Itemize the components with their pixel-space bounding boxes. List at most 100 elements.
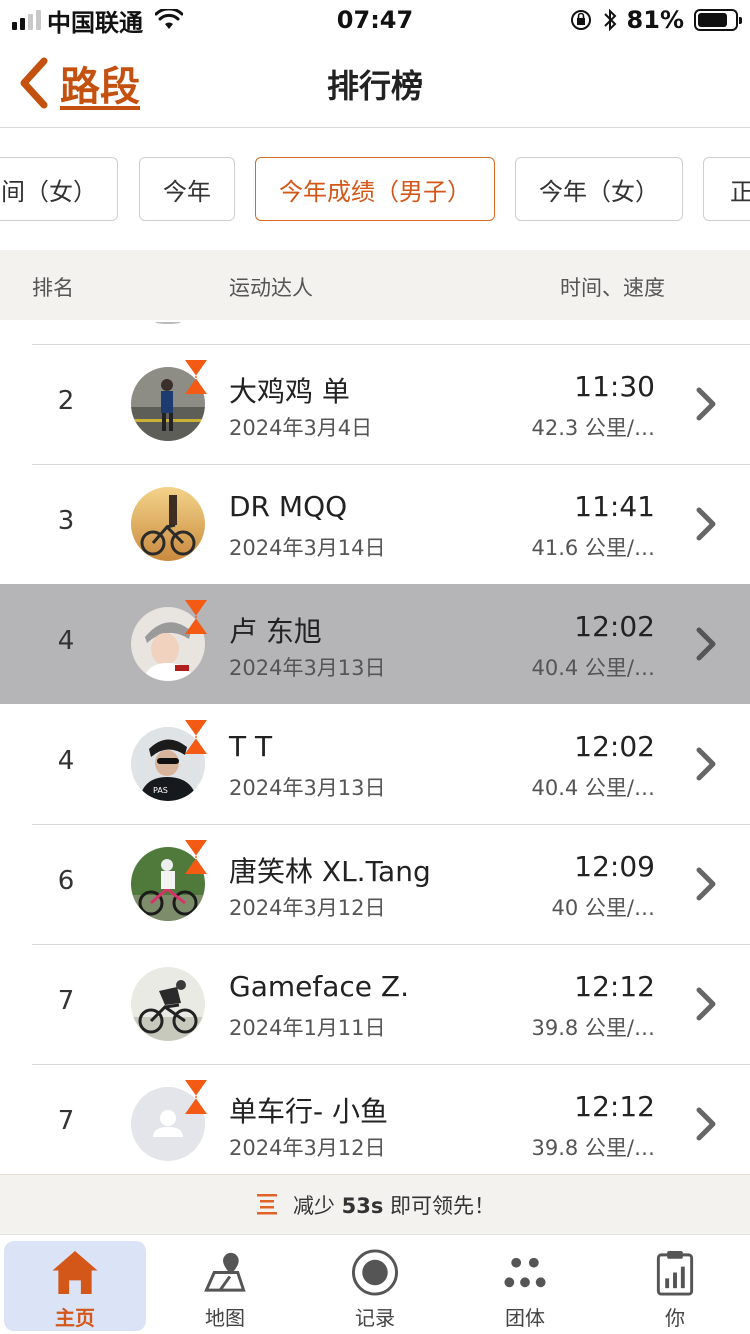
effort-time: 12:09 — [574, 850, 655, 883]
column-time-speed: 时间、速度 — [560, 276, 665, 300]
home-icon — [52, 1250, 98, 1295]
filter-chip[interactable]: 间（女） — [0, 157, 118, 221]
filter-chip-active[interactable]: 今年成绩（男子） — [255, 157, 495, 221]
athlete-name: 卢 东旭 — [229, 615, 322, 648]
athlete-name: 大鸡鸡 单 — [229, 375, 350, 408]
tip-text: 减少 53s 即可领先！ — [293, 1190, 495, 1220]
effort-time: 12:02 — [574, 610, 655, 643]
cellular-signal-icon — [12, 10, 41, 30]
athlete-name: 单车行- 小鱼 — [229, 1095, 389, 1128]
battery-percent: 81% — [626, 6, 684, 34]
premium-badge-icon — [185, 720, 207, 754]
status-bar: 中国联通 07:47 81% — [0, 0, 750, 40]
previous-avatar-edge — [155, 320, 181, 324]
athlete-avatar[interactable] — [131, 487, 205, 561]
effort-time: 11:30 — [574, 370, 655, 403]
record-icon — [351, 1249, 399, 1296]
leaderboard-row[interactable]: 7 单车行- 小鱼 2024年3月12日 12:12 39.8 公里/… — [0, 1064, 750, 1174]
leaderboard-row[interactable]: 2 大鸡鸡 单 2024年3月4日 11:30 42.3 公里/… — [0, 344, 750, 464]
effort-time: 12:12 — [574, 1090, 655, 1123]
tip-prefix: 减少 — [292, 1193, 335, 1218]
effort-speed: 40.4 公里/… — [531, 776, 655, 800]
effort-time: 12:02 — [574, 730, 655, 763]
tab-map[interactable]: 地图 — [154, 1241, 296, 1331]
effort-speed: 39.8 公里/… — [531, 1136, 655, 1160]
chevron-right-icon — [696, 747, 716, 781]
athlete-avatar[interactable] — [131, 967, 205, 1041]
premium-badge-icon — [185, 600, 207, 634]
premium-badge-icon — [185, 360, 207, 394]
tab-home[interactable]: 主页 — [4, 1241, 146, 1331]
back-button[interactable]: 路段 — [16, 54, 140, 112]
status-right: 81% — [478, 6, 742, 34]
chevron-right-icon — [696, 1107, 716, 1141]
tab-you[interactable]: 你 — [604, 1241, 746, 1331]
row-divider — [32, 944, 750, 945]
chevron-right-icon — [696, 987, 716, 1021]
athlete-name: 唐笑林 XL.Tang — [229, 855, 431, 888]
bluetooth-icon — [603, 8, 616, 32]
leaderboard-row[interactable]: 6 唐笑林 XL.Tang 2024年3月12日 12:09 40 公里/… — [0, 824, 750, 944]
rank: 6 — [57, 866, 75, 896]
ranking-list-icon — [256, 1193, 277, 1214]
filter-chips: 间（女） 今年 今年成绩（男子） 今年（女） 正 — [0, 129, 750, 249]
athlete-name: Gameface Z. — [229, 970, 409, 1003]
premium-badge-icon — [185, 840, 207, 874]
svg-text:PAS: PAS — [153, 786, 168, 795]
effort-speed: 39.8 公里/… — [531, 1016, 655, 1040]
carrier-name: 中国联通 — [47, 8, 143, 37]
leaderboard-row-current-user[interactable]: 4 卢 东旭 2024年3月13日 12:02 40.4 公里/… — [0, 584, 750, 704]
row-divider — [32, 344, 750, 345]
wifi-icon — [155, 9, 183, 29]
tab-label: 地图 — [205, 1306, 245, 1330]
chevron-right-icon — [696, 867, 716, 901]
tab-label: 主页 — [55, 1306, 95, 1330]
battery-level-fill — [698, 13, 728, 27]
profile-stats-icon — [656, 1250, 694, 1296]
effort-speed: 42.3 公里/… — [531, 416, 655, 440]
chevron-right-icon — [696, 507, 716, 541]
effort-date: 2024年3月12日 — [229, 1136, 386, 1160]
back-label: 路段 — [60, 64, 140, 110]
column-athlete: 运动达人 — [229, 276, 313, 300]
effort-date: 2024年3月14日 — [229, 536, 386, 560]
leaderboard-row[interactable]: 7 Gameface Z. 2024年1月11日 12:12 39.8 公里/… — [0, 944, 750, 1064]
chevron-right-icon — [696, 387, 716, 421]
filter-chip[interactable]: 今年（女） — [515, 157, 683, 221]
battery-icon — [694, 9, 742, 31]
row-divider — [32, 824, 750, 825]
effort-date: 2024年3月4日 — [229, 416, 373, 440]
lead-tip-bar: 减少 53s 即可领先！ — [0, 1174, 750, 1234]
rank: 2 — [57, 386, 75, 416]
tab-record[interactable]: 记录 — [304, 1241, 446, 1331]
effort-speed: 41.6 公里/… — [531, 536, 655, 560]
rank: 7 — [57, 1106, 75, 1136]
leaderboard-list[interactable]: 2 大鸡鸡 单 2024年3月4日 11:30 42.3 公里/… 3 DR M… — [0, 320, 750, 1174]
rank: 7 — [57, 986, 75, 1016]
leaderboard-row[interactable]: 4 PAS T T 2024年3月13日 12:02 40.4 公里/… — [0, 704, 750, 824]
filter-chip[interactable]: 今年 — [139, 157, 235, 221]
tab-label: 团体 — [505, 1306, 545, 1330]
effort-date: 2024年3月13日 — [229, 776, 386, 800]
bottom-tab-bar: 主页 地图 记录 团体 你 — [0, 1234, 750, 1334]
effort-speed: 40.4 公里/… — [531, 656, 655, 680]
filter-chip[interactable]: 正 — [703, 157, 750, 221]
tip-suffix: 即可领先！ — [390, 1193, 496, 1218]
column-rank: 排名 — [32, 276, 74, 300]
row-divider — [32, 1064, 750, 1065]
nav-header: 路段 排行榜 — [0, 40, 750, 128]
tab-groups[interactable]: 团体 — [454, 1241, 596, 1331]
column-header: 排名 运动达人 时间、速度 — [0, 250, 750, 320]
effort-time: 11:41 — [574, 490, 655, 523]
leaderboard-row[interactable]: 3 DR MQQ 2024年3月14日 11:41 41.6 公里/… — [0, 464, 750, 584]
rank: 3 — [57, 506, 75, 536]
chevron-right-icon — [696, 627, 716, 661]
athlete-name: T T — [229, 730, 273, 763]
rank: 4 — [57, 746, 75, 776]
status-left: 中国联通 — [12, 3, 272, 38]
rank: 4 — [57, 626, 75, 656]
premium-badge-icon — [185, 1080, 207, 1114]
status-time: 07:47 — [336, 6, 414, 34]
tab-label: 你 — [665, 1306, 685, 1330]
effort-date: 2024年3月13日 — [229, 656, 386, 680]
